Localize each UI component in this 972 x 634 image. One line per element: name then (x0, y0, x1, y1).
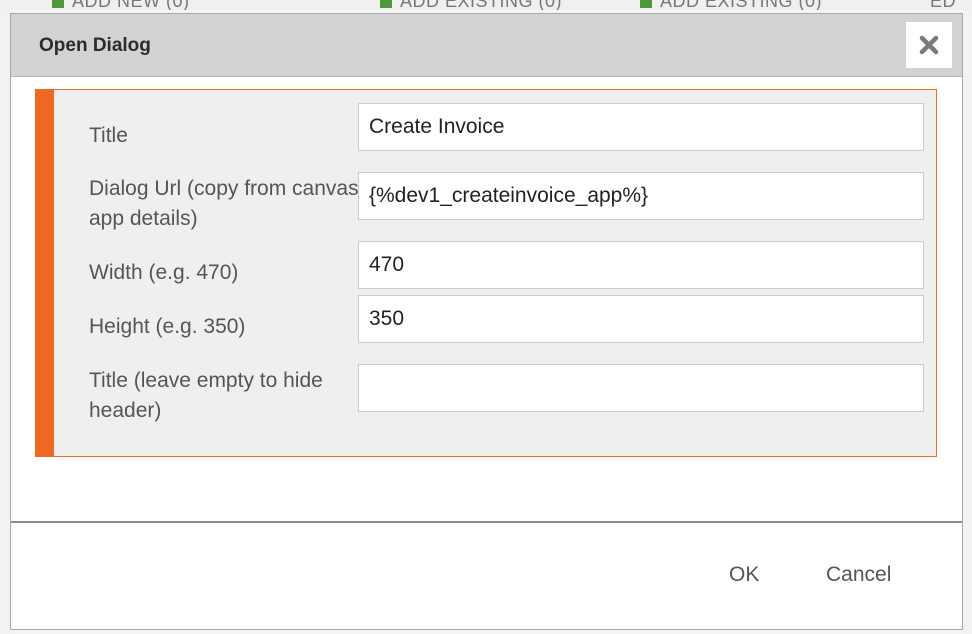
form-panel: Title Dialog Url (copy from canvas app d… (35, 89, 937, 457)
dialog-header: Open Dialog (11, 14, 962, 77)
width-label: Width (e.g. 470) (89, 261, 239, 284)
footer-divider (11, 521, 962, 523)
plus-icon (380, 0, 392, 9)
plus-icon (640, 0, 652, 9)
title-input[interactable] (358, 103, 924, 151)
dialog-url-input[interactable] (358, 172, 924, 220)
toolbar-add-existing-2[interactable]: ADD EXISTING (0) (640, 0, 822, 10)
toolbar-add-existing-1[interactable]: ADD EXISTING (0) (380, 0, 562, 10)
panel-accent-bar (36, 90, 54, 456)
height-input[interactable] (358, 295, 924, 343)
toolbar-add-new[interactable]: ADD NEW (0) (52, 0, 190, 10)
cancel-button[interactable]: Cancel (826, 557, 891, 593)
title-label: Title (89, 124, 128, 147)
toolbar-edit[interactable]: ED (930, 0, 956, 10)
background-toolbar: ADD NEW (0) ADD EXISTING (0) ADD EXISTIN… (0, 0, 972, 10)
background-right-edge (964, 10, 972, 634)
open-dialog: Open Dialog Title Dialog Url (copy from … (10, 13, 963, 630)
dialog-url-label: Dialog Url (copy from canvas app details… (89, 177, 359, 230)
dialog-title: Open Dialog (39, 35, 151, 56)
header-title-label: Title (leave empty to hide header) (89, 369, 323, 422)
close-button[interactable] (906, 22, 952, 68)
header-title-input[interactable] (358, 364, 924, 412)
plus-icon (52, 0, 64, 9)
background-left-edge (0, 10, 10, 634)
ok-button[interactable]: OK (729, 557, 759, 593)
width-input[interactable] (358, 241, 924, 289)
height-label: Height (e.g. 350) (89, 315, 246, 338)
close-icon (919, 35, 939, 55)
